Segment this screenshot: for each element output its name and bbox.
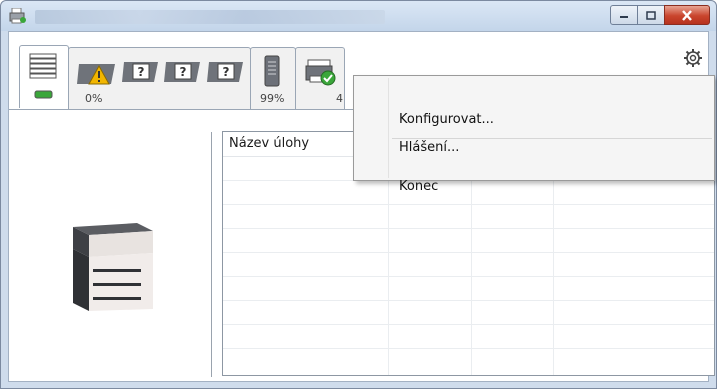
menu-item-exit[interactable]: Konec <box>399 179 438 194</box>
menu-separator <box>392 138 712 139</box>
tab-waste-toner[interactable]: 99% <box>250 47 296 109</box>
minimize-button[interactable] <box>610 5 638 25</box>
row-line <box>223 228 714 229</box>
paper-level-label: 0% <box>85 92 103 105</box>
status-monitor-window: ? ? ? 0% 99% 4 Název úlohy Konfigurovat.… <box>0 0 717 389</box>
device-tab-label: 4 <box>336 92 343 105</box>
row-line <box>223 252 714 253</box>
tab-paper[interactable]: ? ? ? 0% <box>68 47 251 109</box>
row-line <box>223 348 714 349</box>
svg-text:?: ? <box>223 65 230 79</box>
printer-ok-icon <box>305 59 336 86</box>
close-icon <box>682 9 692 21</box>
tab-toner[interactable] <box>19 45 69 108</box>
column-separator <box>471 156 472 375</box>
waste-toner-icon <box>264 55 280 87</box>
svg-text:?: ? <box>180 65 187 79</box>
column-header-job-name[interactable]: Název úlohy <box>229 136 309 151</box>
waste-level-label: 99% <box>260 92 285 105</box>
svg-text:?: ? <box>138 65 145 79</box>
title-bar[interactable] <box>1 1 716 31</box>
maximize-icon <box>646 10 656 20</box>
tab-device[interactable]: 4 <box>295 47 345 109</box>
menu-item-report[interactable]: Hlášení... <box>399 140 459 155</box>
toner-stack-icon <box>29 53 57 79</box>
menu-item-configure[interactable]: Konfigurovat... <box>399 112 494 127</box>
printer-image <box>73 223 153 311</box>
column-separator <box>388 156 389 375</box>
row-line <box>223 300 714 301</box>
status-green-led-icon <box>34 90 53 99</box>
menu-gutter <box>388 78 389 178</box>
printer-app-icon <box>9 8 26 24</box>
paper-unknown-icon: ? <box>164 62 200 82</box>
row-line <box>223 324 714 325</box>
paper-unknown-icon: ? <box>122 62 158 82</box>
pane-divider[interactable] <box>211 132 212 377</box>
paper-tray-warning-icon <box>77 64 115 85</box>
maximize-button[interactable] <box>637 5 665 25</box>
column-separator <box>553 156 554 375</box>
minimize-icon <box>620 16 628 18</box>
window-title <box>35 10 385 24</box>
row-line <box>223 276 714 277</box>
paper-unknown-icon: ? <box>207 62 243 82</box>
caption-buttons <box>610 5 710 25</box>
row-line <box>223 204 714 205</box>
gear-icon[interactable] <box>683 48 703 68</box>
context-menu: Konfigurovat... Hlášení... Konec <box>353 75 715 194</box>
close-button[interactable] <box>664 5 710 25</box>
